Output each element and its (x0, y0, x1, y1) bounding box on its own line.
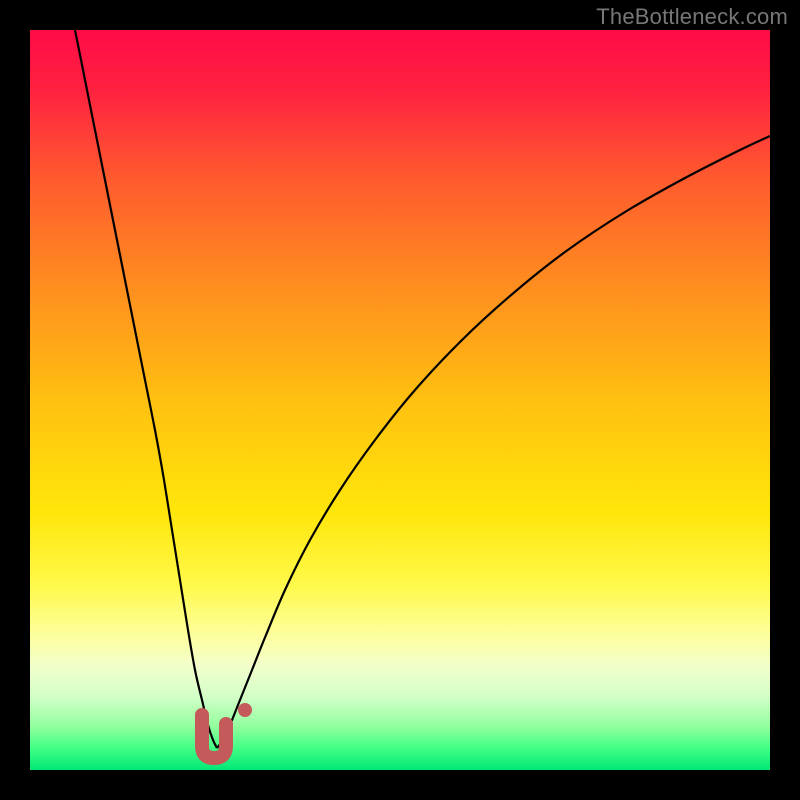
outer-frame: TheBottleneck.com (0, 0, 800, 800)
plot-area (30, 30, 770, 770)
gradient-background (30, 30, 770, 770)
dot-marker (238, 703, 252, 717)
watermark-text: TheBottleneck.com (596, 4, 788, 30)
chart-svg (30, 30, 770, 770)
